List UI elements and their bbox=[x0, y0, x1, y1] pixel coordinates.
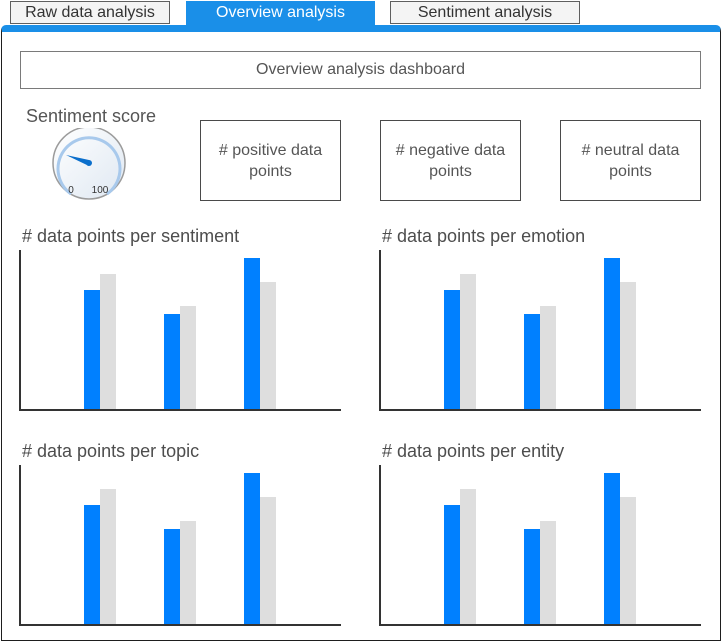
bar-series2-group1 bbox=[460, 489, 476, 625]
bar-series1-group1 bbox=[444, 505, 460, 625]
sentiment-chart-title: # data points per sentiment bbox=[22, 226, 240, 246]
tab-overview-analysis[interactable]: Overview analysis bbox=[186, 1, 375, 26]
neutral-data-points-label: # neutral data points bbox=[581, 141, 680, 180]
negative-data-points-card: # negative data points bbox=[380, 120, 521, 201]
bar-series1-group1 bbox=[84, 505, 100, 625]
negative-data-points-label: # negative data points bbox=[395, 141, 506, 180]
positive-data-points-label: # positive data points bbox=[218, 141, 323, 180]
gauge-max-label: 100 bbox=[92, 185, 109, 196]
entity-bar-chart bbox=[379, 465, 701, 626]
positive-data-points-card: # positive data points bbox=[200, 120, 341, 201]
tab-sentiment-analysis[interactable]: Sentiment analysis bbox=[390, 1, 580, 24]
tab-raw-data-analysis[interactable]: Raw data analysis bbox=[10, 1, 170, 24]
bar-series1-group3 bbox=[604, 473, 620, 625]
bar-series1-group2 bbox=[164, 529, 180, 625]
bar-series1-group2 bbox=[524, 314, 540, 410]
sentiment-gauge: 0 100 bbox=[52, 128, 126, 200]
bar-series1-group2 bbox=[524, 529, 540, 625]
bar-series2-group2 bbox=[180, 521, 196, 625]
bar-series1-group3 bbox=[244, 473, 260, 625]
topic-bar-chart bbox=[19, 465, 341, 626]
bar-series2-group3 bbox=[620, 497, 636, 625]
emotion-chart-title: # data points per emotion bbox=[382, 226, 586, 246]
dashboard-title: Overview analysis dashboard bbox=[20, 51, 701, 89]
bar-series1-group1 bbox=[444, 290, 460, 410]
gauge-hub bbox=[86, 160, 92, 166]
gauge-min-label: 0 bbox=[68, 185, 74, 196]
sentiment-score-label: Sentiment score bbox=[26, 106, 157, 126]
bar-series2-group2 bbox=[180, 306, 196, 410]
bar-series2-group3 bbox=[260, 282, 276, 410]
bar-series2-group1 bbox=[100, 274, 116, 410]
bar-series1-group2 bbox=[164, 314, 180, 410]
bar-series1-group1 bbox=[84, 290, 100, 410]
bar-series2-group2 bbox=[540, 521, 556, 625]
bar-series2-group2 bbox=[540, 306, 556, 410]
bar-series2-group3 bbox=[260, 497, 276, 625]
sentiment-bar-chart bbox=[19, 250, 341, 411]
bar-series2-group1 bbox=[460, 274, 476, 410]
neutral-data-points-card: # neutral data points bbox=[560, 120, 701, 201]
bar-series2-group3 bbox=[620, 282, 636, 410]
topic-chart-title: # data points per topic bbox=[22, 441, 200, 461]
bar-series1-group3 bbox=[604, 258, 620, 410]
bar-series1-group3 bbox=[244, 258, 260, 410]
bar-series2-group1 bbox=[100, 489, 116, 625]
emotion-bar-chart bbox=[379, 250, 701, 411]
entity-chart-title: # data points per entity bbox=[382, 441, 565, 461]
